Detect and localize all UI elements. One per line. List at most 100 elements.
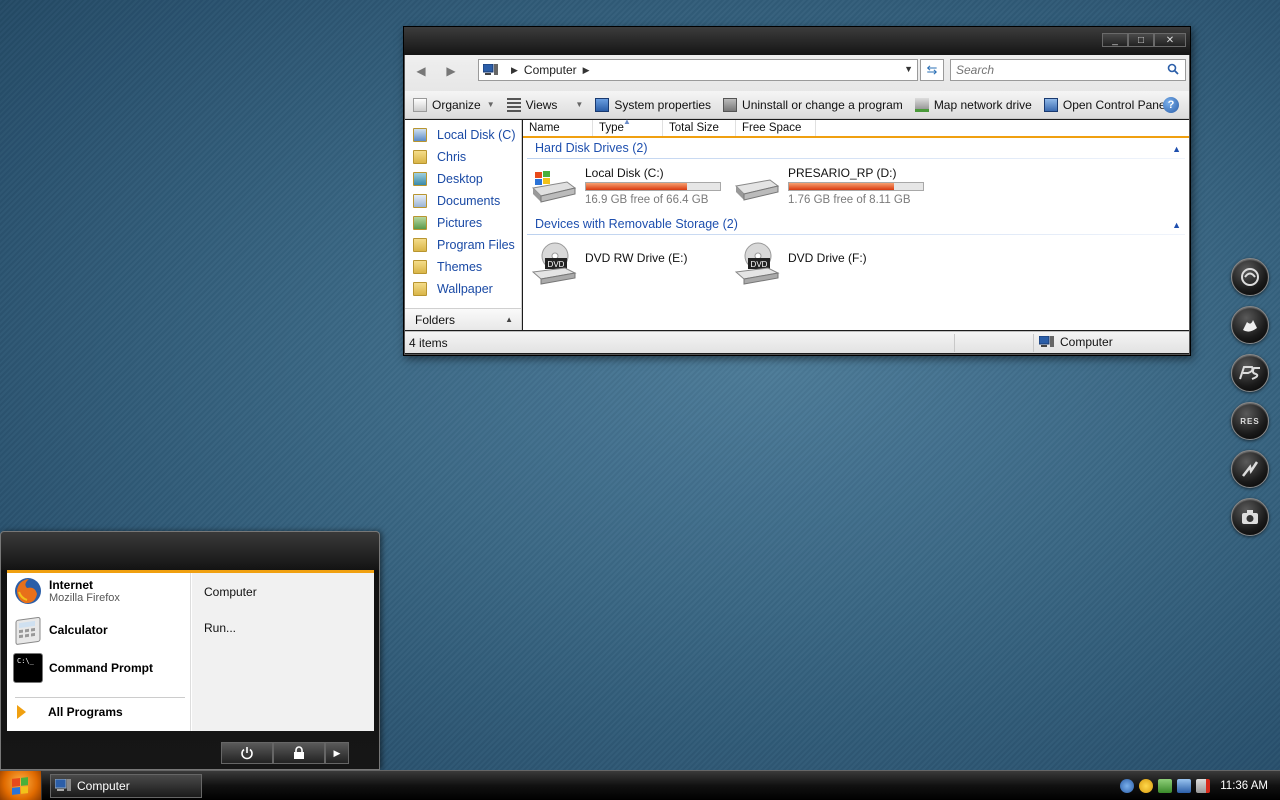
battery-icon[interactable] [1158, 779, 1173, 793]
language-icon[interactable] [1120, 779, 1135, 793]
nav-item-label: Wallpaper [437, 282, 493, 296]
swan-icon[interactable] [1231, 306, 1269, 344]
system-properties-icon [595, 97, 610, 112]
column-name[interactable]: Name [523, 120, 593, 136]
start-link-run[interactable]: Run... [204, 621, 236, 635]
forward-button[interactable]: ▶ [440, 60, 462, 82]
group-removable-storage[interactable]: Devices with Removable Storage (2) [535, 217, 738, 231]
command-prompt-icon: C:\_ [13, 653, 43, 683]
drive-name: PRESARIO_RP (D:) [788, 166, 897, 180]
title-bar[interactable]: _ □ ✕ [404, 27, 1190, 55]
search-box[interactable] [950, 59, 1186, 81]
network-icon[interactable] [1177, 779, 1192, 793]
drive-e[interactable]: DVD DVD RW Drive (E:) [531, 242, 687, 285]
search-input[interactable] [951, 60, 1151, 80]
uninstall-button[interactable]: Uninstall or change a program [723, 97, 903, 112]
bolt-icon[interactable] [1231, 450, 1269, 488]
close-button[interactable]: ✕ [1154, 33, 1186, 47]
help-icon[interactable]: ? [1163, 97, 1179, 113]
start-link-computer[interactable]: Computer [204, 585, 257, 599]
weather-icon[interactable] [1139, 779, 1154, 793]
address-bar[interactable]: ▶ Computer ▶ ▼ [478, 59, 918, 81]
drive-d[interactable]: PRESARIO_RP (D:) 1.76 GB free of 8.11 GB [734, 166, 924, 206]
all-programs-button[interactable]: All Programs [17, 705, 123, 719]
res-icon[interactable]: RES [1231, 402, 1269, 440]
status-divider [1033, 334, 1034, 352]
arrow-right-icon [17, 705, 26, 719]
computer-icon [483, 64, 498, 75]
dvd-badge: DVD [751, 260, 768, 269]
program-name: Internet [49, 578, 94, 592]
column-total-size[interactable]: Total Size [663, 120, 736, 136]
dvd-badge: DVD [548, 260, 565, 269]
pinned-programs: Internet Mozilla Firefox Calculator C:\_… [7, 573, 191, 731]
nav-item-label: Themes [437, 260, 483, 274]
nav-item-label: Documents [437, 194, 501, 208]
chevron-down-icon: ▼ [486, 100, 495, 109]
views-icon [506, 97, 521, 112]
folders-label: Folders [415, 312, 456, 327]
browser-icon[interactable] [1231, 258, 1269, 296]
item-count: 4 items [409, 336, 448, 350]
forward-arrow-icon: ▶ [446, 64, 456, 78]
nav-item-themes[interactable]: Themes [405, 256, 521, 278]
program-internet[interactable]: Internet Mozilla Firefox [13, 576, 120, 606]
collapse-icon[interactable]: ▲ [1172, 144, 1181, 154]
collapse-icon[interactable]: ▲ [1172, 220, 1181, 230]
power-button[interactable] [221, 742, 273, 764]
status-bar: 4 items Computer [405, 331, 1189, 353]
refresh-button[interactable]: ⇆ [920, 59, 944, 81]
column-type[interactable]: Type ▲ [593, 117, 663, 136]
back-button[interactable]: ◀ [410, 60, 432, 82]
nav-item-wallpaper[interactable]: Wallpaper [405, 278, 521, 300]
system-properties-button[interactable]: System properties [595, 97, 711, 112]
organize-button[interactable]: Organize ▼ [413, 97, 495, 112]
usage-bar [788, 182, 924, 191]
folders-toggle[interactable]: Folders ▲ [405, 308, 522, 330]
nav-item-program-files[interactable]: Program Files [405, 234, 521, 256]
taskbar-button-computer[interactable]: Computer [50, 774, 202, 798]
address-dropdown-icon[interactable]: ▼ [904, 64, 913, 74]
lock-button[interactable] [273, 742, 325, 764]
column-free-space[interactable]: Free Space [736, 120, 816, 136]
open-control-panel-button[interactable]: Open Control Panel [1043, 97, 1168, 112]
drive-free-space: 1.76 GB free of 8.11 GB [788, 194, 911, 206]
clock[interactable]: 11:36 AM [1220, 780, 1268, 792]
group-hard-disk-drives[interactable]: Hard Disk Drives (2) [535, 141, 648, 155]
nav-item-local-disk-c[interactable]: Local Disk (C) [405, 124, 521, 146]
ps-icon[interactable] [1231, 354, 1269, 392]
volume-muted-icon[interactable] [1196, 779, 1211, 793]
side-dock: RES [1231, 258, 1269, 546]
nav-item-desktop[interactable]: Desktop [405, 168, 521, 190]
program-calculator[interactable]: Calculator [13, 615, 108, 645]
camera-icon[interactable] [1231, 498, 1269, 536]
start-menu-body: Internet Mozilla Firefox Calculator C:\_… [7, 573, 374, 731]
nav-item-chris[interactable]: Chris [405, 146, 521, 168]
system-drive-icon [531, 166, 577, 206]
folder-icon [413, 150, 427, 164]
views-button[interactable]: Views ▼ [506, 97, 583, 112]
usage-fill [789, 183, 894, 190]
breadcrumb-computer[interactable]: Computer [524, 63, 577, 77]
drive-c[interactable]: Local Disk (C:) 16.9 GB free of 66.4 GB [531, 166, 721, 206]
command-bar: Organize ▼ Views ▼ System properties Uni… [405, 91, 1189, 119]
shutdown-options-button[interactable]: ▶ [325, 742, 349, 764]
start-menu: Internet Mozilla Firefox Calculator C:\_… [0, 531, 380, 770]
hard-drive-icon [734, 166, 780, 206]
calculator-icon [15, 616, 41, 645]
program-command-prompt[interactable]: C:\_ Command Prompt [13, 653, 153, 683]
chevron-up-icon: ▲ [505, 315, 513, 324]
drive-f[interactable]: DVD DVD Drive (F:) [734, 242, 867, 285]
windows-logo-icon [12, 777, 28, 795]
breadcrumb-chevron-icon[interactable]: ▶ [583, 65, 590, 76]
maximize-button[interactable]: □ [1128, 33, 1154, 47]
minimize-button[interactable]: _ [1102, 33, 1128, 47]
power-controls: ▶ [221, 742, 349, 764]
start-button[interactable] [0, 771, 42, 800]
nav-item-documents[interactable]: Documents [405, 190, 521, 212]
search-icon[interactable] [1167, 63, 1179, 75]
nav-item-pictures[interactable]: Pictures [405, 212, 521, 234]
map-network-drive-label: Map network drive [933, 97, 1032, 112]
map-network-drive-button[interactable]: Map network drive [914, 97, 1032, 112]
system-tray: 11:36 AM [1115, 771, 1280, 800]
